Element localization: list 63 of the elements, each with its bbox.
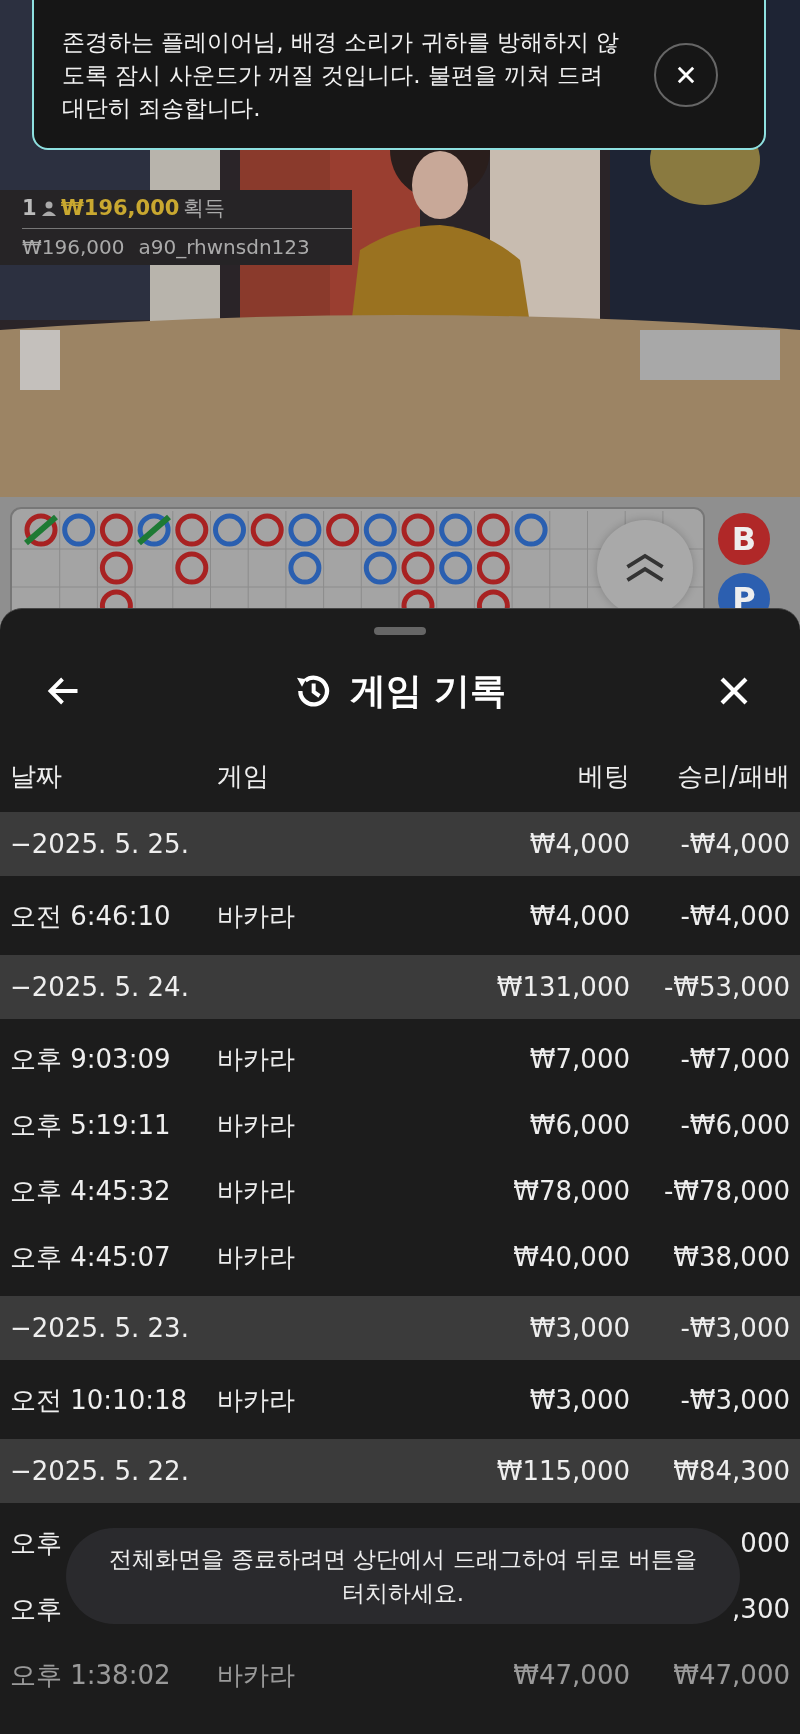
bet-marker: B [718,513,770,565]
bet-cell: ₩40,000 [513,1242,630,1272]
player-amount: ₩196,000 [22,235,125,259]
date-row[interactable]: −2025. 5. 22. ₩115,000 ₩84,300 [0,1439,800,1503]
result-total: -₩53,000 [663,972,790,1002]
time-cell-text: 오후 [10,1592,62,1626]
bet-cell: ₩3,000 [529,1385,630,1415]
bet-cell: ₩47,000 [513,1660,630,1690]
date-row[interactable]: −2025. 5. 24. ₩131,000 -₩53,000 [0,955,800,1019]
result-cell: -₩4,000 [680,901,790,931]
result-total: -₩3,000 [680,1313,790,1343]
time-cell-text: 오후 5:19:11 [10,1108,171,1142]
result-cell: ₩47,000 [673,1660,790,1690]
date-row[interactable]: −2025. 5. 25. ₩4,000 -₩4,000 [0,812,800,876]
time-cell-text: 오후 9:03:09 [10,1042,171,1076]
date-row[interactable]: −2025. 5. 23. ₩3,000 -₩3,000 [0,1296,800,1360]
column-header: 게임 [217,760,269,793]
column-header: 베팅 [578,760,630,793]
result-cell: 000 [740,1528,790,1558]
bet-total: ₩131,000 [496,972,630,1002]
player-name: a90_rhwnsdn123 [138,235,310,259]
date-text: −2025. 5. 25. [10,829,189,859]
column-header: 승리/패배 [677,760,790,793]
win-amount: ₩196,000 [60,196,180,220]
result-cell: -₩6,000 [680,1110,790,1140]
time-cell-text: 오후 4:45:32 [10,1174,171,1208]
date-text: −2025. 5. 22. [10,1456,189,1486]
winner-count: 1 [22,196,37,220]
person-icon [40,200,57,216]
bet-total: ₩115,000 [496,1456,630,1486]
game-cell-text: 바카라 [217,1108,295,1142]
time-cell-text: 오후 4:45:07 [10,1240,171,1274]
game-cell-text: 바카라 [217,1383,295,1417]
column-header: 날짜 [10,760,62,793]
date-text: −2025. 5. 24. [10,972,189,1002]
result-cell: -₩78,000 [663,1176,790,1206]
close-button[interactable] [654,43,718,107]
game-cell-text: 바카라 [217,1658,295,1692]
time-cell-text: 오전 6:46:10 [10,899,171,933]
game-cell-text: 바카라 [217,899,295,933]
bet-cell: ₩4,000 [529,901,630,931]
chevron-up-icon [623,551,667,585]
time-cell-text: 오후 1:38:02 [10,1658,171,1692]
bet-cell: ₩7,000 [529,1044,630,1074]
bet-total: ₩3,000 [529,1313,630,1343]
result-total: -₩4,000 [680,829,790,859]
time-cell-text: 오전 10:10:18 [10,1383,188,1417]
drag-handle[interactable] [374,627,426,635]
game-cell-text: 바카라 [217,1240,295,1274]
result-total: ₩84,300 [673,1456,790,1486]
date-text: −2025. 5. 23. [10,1313,189,1343]
notification-message: 존경하는 플레이어님, 배경 소리가 귀하를 방해하지 않도록 잠시 사운드가 꺼질 것입니다. 불편을 끼쳐 드려 대단히 죄송합니다. [62,27,621,123]
result-cell: ₩38,000 [673,1242,790,1272]
game-cell-text: 바카라 [217,1042,295,1076]
result-cell: -₩7,000 [680,1044,790,1074]
game-cell-text: 바카라 [217,1174,295,1208]
bet-cell: ₩78,000 [513,1176,630,1206]
time-cell-text: 오후 [10,1526,62,1560]
sheet-title: 게임 기록 [349,668,507,713]
win-label: 획득 [183,195,226,222]
bet-cell: ₩6,000 [529,1110,630,1140]
result-cell: -₩3,000 [680,1385,790,1415]
bet-total: ₩4,000 [529,829,630,859]
